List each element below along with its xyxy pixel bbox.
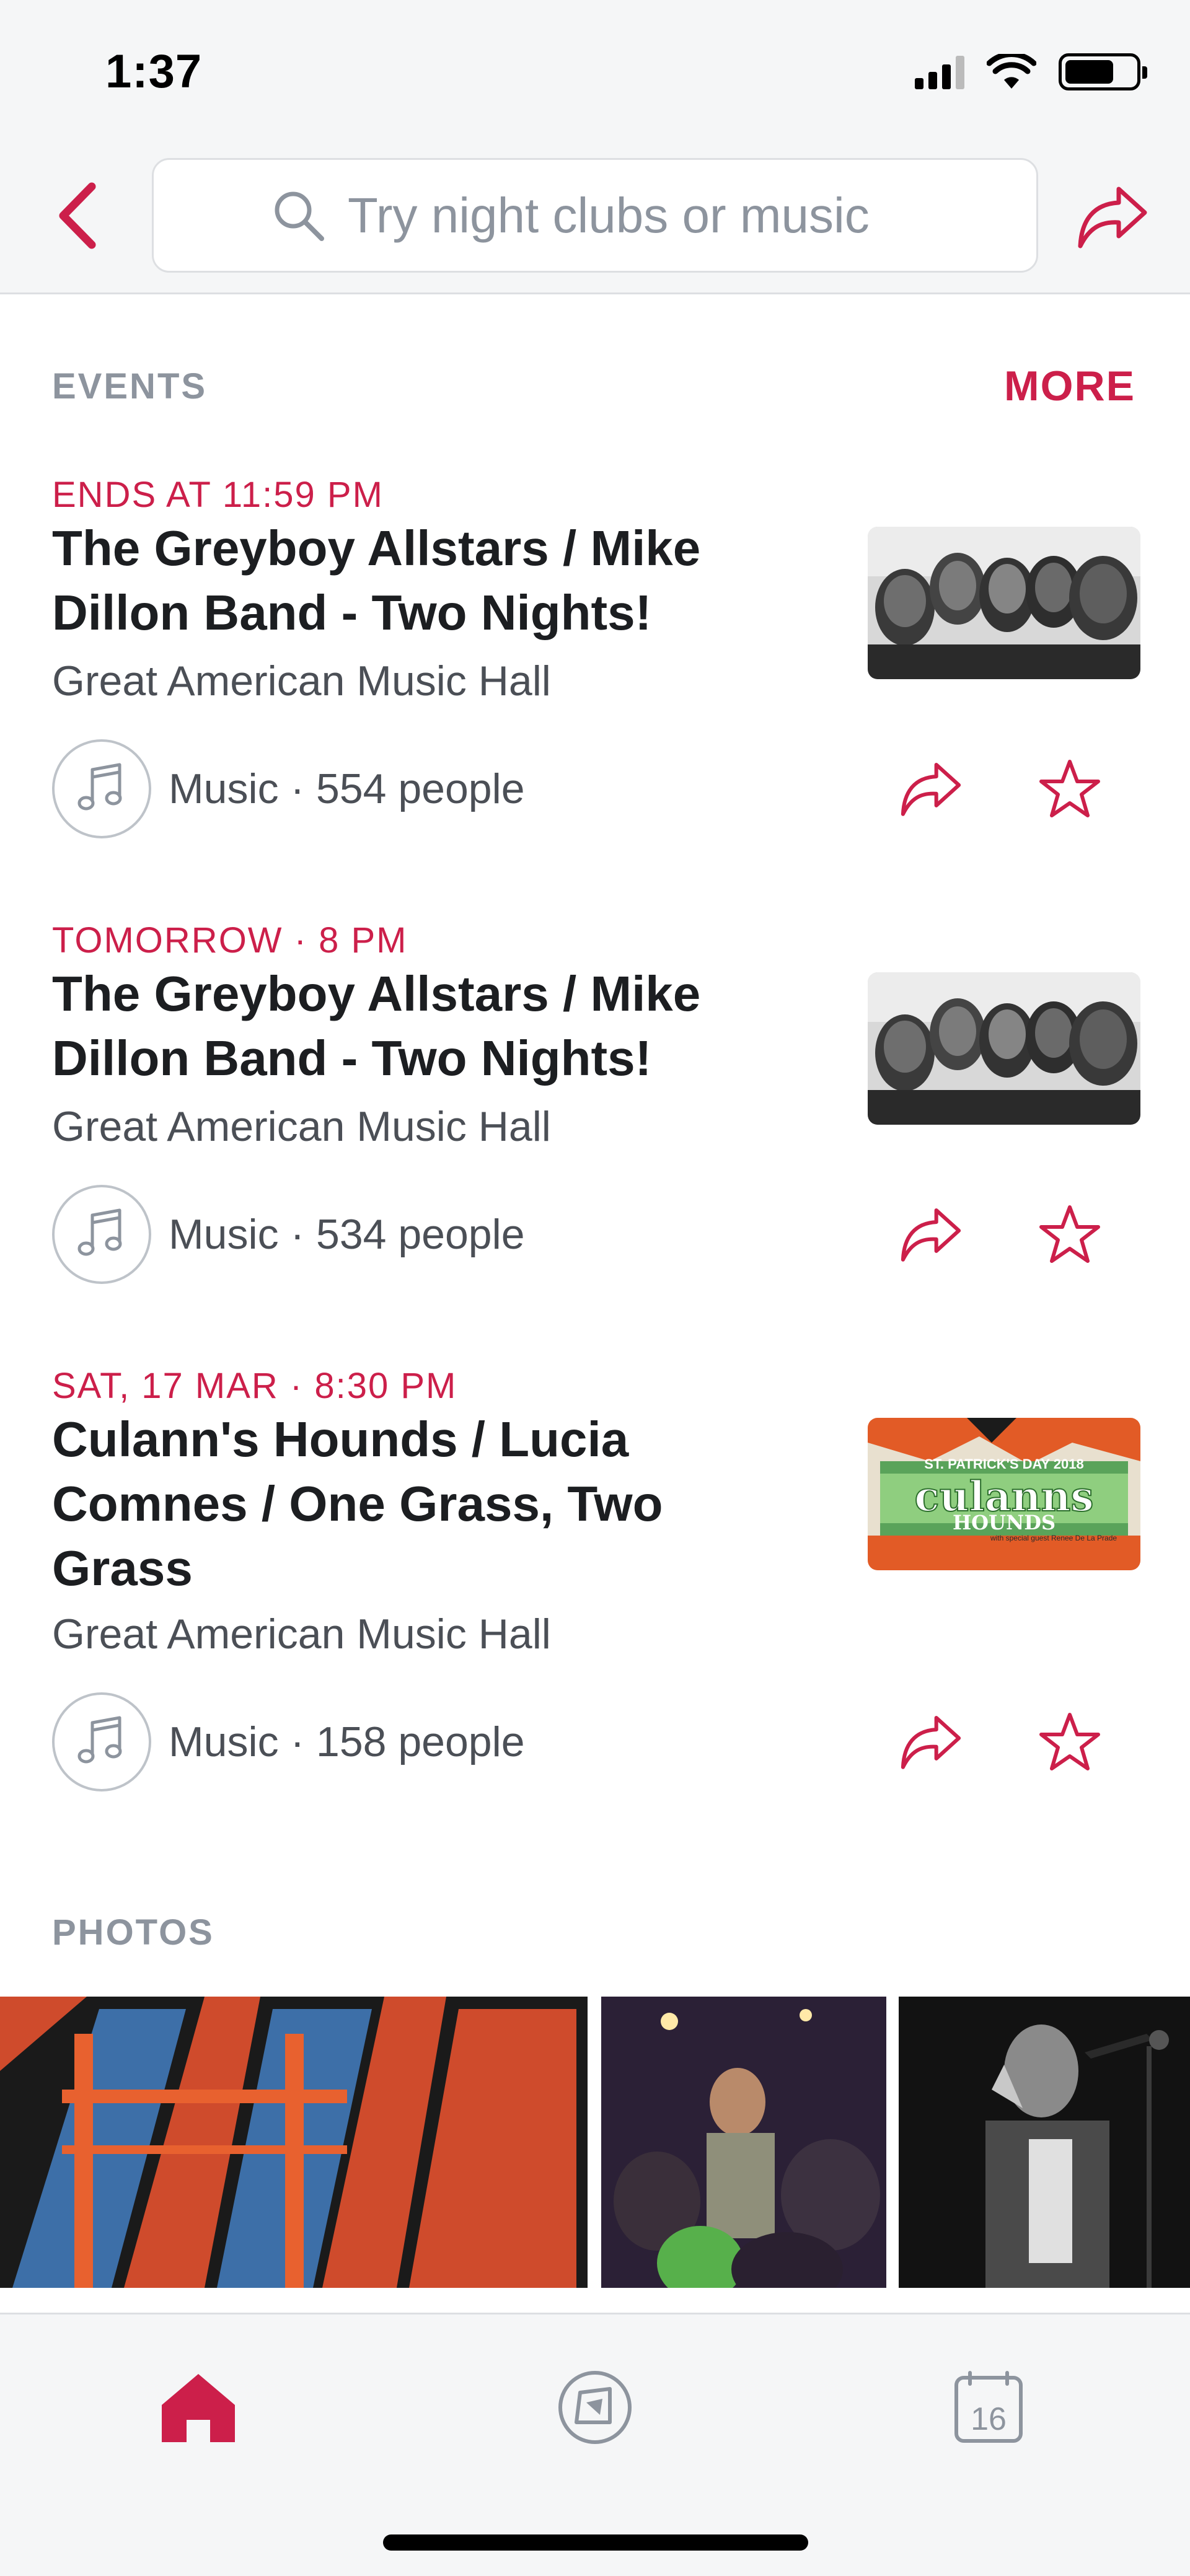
event-category-attendance: Music · 158 people xyxy=(169,1718,525,1765)
calendar-day-number: 16 xyxy=(971,2401,1007,2437)
photos-section-header: PHOTOS xyxy=(0,1912,1190,1974)
home-icon xyxy=(162,2374,235,2442)
search-icon xyxy=(275,191,324,241)
event-share-button[interactable] xyxy=(888,1699,974,1785)
battery-icon xyxy=(1059,53,1147,90)
status-icons xyxy=(915,53,1147,90)
star-icon xyxy=(1039,1713,1100,1770)
cellular-signal-icon xyxy=(915,55,964,89)
photo-concert-guitarist[interactable] xyxy=(899,1997,1190,2288)
event-date: SAT, 17 MAR · 8:30 PM xyxy=(52,1366,457,1406)
event-category-attendance: Music · 534 people xyxy=(169,1211,525,1258)
photo-poster[interactable] xyxy=(0,1997,588,2288)
photos-section-title: PHOTOS xyxy=(52,1912,214,1953)
event-title[interactable]: The Greyboy Allstars / Mike Dillon Band … xyxy=(52,516,808,645)
music-category-icon xyxy=(52,739,151,838)
event-thumbnail[interactable] xyxy=(868,972,1140,1125)
search-input[interactable] xyxy=(348,187,918,244)
share-icon xyxy=(901,1715,961,1769)
star-icon xyxy=(1039,1205,1100,1263)
music-note-icon xyxy=(77,1208,122,1256)
photo-concert-violin[interactable] xyxy=(601,1997,886,2288)
music-category-icon xyxy=(52,1692,151,1791)
chevron-left-icon xyxy=(59,182,96,249)
status-time: 1:37 xyxy=(105,45,203,98)
events-section-header: EVENTS MORE xyxy=(0,363,1190,428)
poster-header-text: ST. PATRICK'S DAY 2018 xyxy=(924,1456,1084,1472)
event-venue: Great American Music Hall xyxy=(52,657,551,705)
event-star-button[interactable] xyxy=(1026,745,1113,832)
event-meta: Music · 534 people xyxy=(52,1185,525,1284)
more-events-link[interactable]: MORE xyxy=(1004,362,1135,410)
event-venue: Great American Music Hall xyxy=(52,1611,551,1658)
event-thumbnail[interactable]: ST. PATRICK'S DAY 2018 culanns HOUNDS wi… xyxy=(868,1418,1140,1570)
event-share-button[interactable] xyxy=(888,745,974,832)
events-section-title: EVENTS xyxy=(52,366,208,407)
music-note-icon xyxy=(77,1716,122,1764)
back-button[interactable] xyxy=(43,178,112,253)
share-icon xyxy=(901,1208,961,1262)
event-date: TOMORROW · 8 PM xyxy=(52,920,408,961)
event-meta: Music · 158 people xyxy=(52,1692,525,1791)
event-meta: Music · 554 people xyxy=(52,739,525,838)
search-header xyxy=(0,143,1190,294)
status-bar: 1:37 xyxy=(0,0,1190,143)
event-thumbnail[interactable] xyxy=(868,527,1140,679)
poster-sub-text: HOUNDS xyxy=(953,1511,1056,1534)
music-note-icon xyxy=(77,763,122,811)
event-title[interactable]: The Greyboy Allstars / Mike Dillon Band … xyxy=(52,962,808,1091)
event-venue: Great American Music Hall xyxy=(52,1103,551,1150)
wifi-icon xyxy=(987,54,1036,89)
event-category-attendance: Music · 554 people xyxy=(169,765,525,812)
star-icon xyxy=(1039,760,1100,817)
event-star-button[interactable] xyxy=(1026,1191,1113,1278)
event-date: ENDS AT 11:59 PM xyxy=(52,475,384,515)
photos-strip[interactable] xyxy=(0,1997,1190,2313)
calendar-icon: 16 xyxy=(954,2371,1023,2443)
tab-calendar[interactable]: 16 xyxy=(933,2352,1044,2463)
event-share-button[interactable] xyxy=(888,1191,974,1278)
music-category-icon xyxy=(52,1185,151,1284)
share-icon xyxy=(1078,187,1147,248)
tab-explore[interactable] xyxy=(539,2352,651,2463)
compass-icon xyxy=(558,2371,632,2444)
share-button[interactable] xyxy=(1069,174,1156,260)
share-icon xyxy=(901,762,961,816)
event-star-button[interactable] xyxy=(1026,1699,1113,1785)
event-title[interactable]: Culann's Hounds / Lucia Comnes / One Gra… xyxy=(52,1407,808,1601)
tab-home[interactable] xyxy=(143,2352,254,2463)
search-bar[interactable] xyxy=(152,158,1038,273)
poster-guest-text: with special guest Renee De La Prade xyxy=(990,1534,1117,1542)
home-indicator[interactable] xyxy=(383,2534,808,2551)
